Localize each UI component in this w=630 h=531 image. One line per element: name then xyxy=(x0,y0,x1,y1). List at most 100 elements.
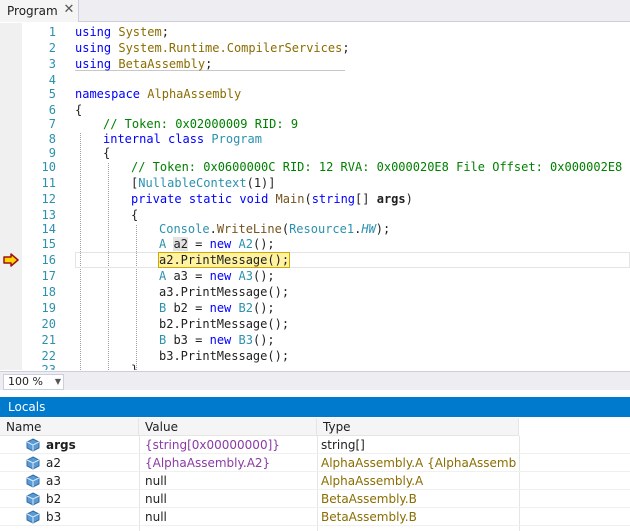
code-line-21[interactable]: B b3 = new B3(); xyxy=(159,332,275,348)
keyword: private xyxy=(131,192,182,206)
line-number: 17 xyxy=(41,269,56,283)
keyword: string xyxy=(311,192,356,206)
code-text: a3 = xyxy=(166,269,210,283)
code-line-7[interactable]: // Token: 0x02000009 RID: 9 xyxy=(103,116,298,132)
local-value[interactable]: null xyxy=(145,472,315,490)
local-name: b3 xyxy=(46,510,62,524)
local-value[interactable]: null xyxy=(145,508,315,526)
punctuation: ; xyxy=(161,25,169,39)
keyword: new xyxy=(209,269,232,283)
code-line-10[interactable]: // Token: 0x0600000C RID: 12 RVA: 0x0000… xyxy=(131,159,622,175)
zoom-level-combo[interactable]: 100 % ▼ xyxy=(3,374,64,390)
punctuation: ( xyxy=(281,222,290,236)
line-number: 14 xyxy=(41,222,56,236)
line-number: 10 xyxy=(41,160,56,174)
punctuation: ; xyxy=(205,57,213,71)
code-line-11[interactable]: [NullableContext(1)] xyxy=(131,175,276,191)
attribute-args: (1)] xyxy=(246,176,276,190)
class-name: B2 xyxy=(238,301,253,315)
punctuation: (); xyxy=(252,237,275,251)
locals-row[interactable]: args {string[0x00000000]} string[] xyxy=(0,436,630,454)
punctuation: (); xyxy=(252,301,275,315)
line-number: 20 xyxy=(41,317,56,331)
attribute-name: NullableContext xyxy=(138,176,247,190)
line-number: 19 xyxy=(41,301,56,315)
keyword: using xyxy=(75,41,112,55)
code-line-1[interactable]: using System; xyxy=(75,24,169,40)
code-line-17[interactable]: A a3 = new A3(); xyxy=(159,268,275,284)
punctuation: [] xyxy=(355,192,377,206)
code-line-6[interactable]: { xyxy=(75,102,82,118)
local-type: AlphaAssembly.A xyxy=(321,474,424,488)
line-number: 21 xyxy=(41,333,56,347)
punctuation: (); xyxy=(252,333,275,347)
locals-row[interactable]: a2 {AlphaAssembly.A2} AlphaAssembly.A {A… xyxy=(0,454,630,472)
namespace-name: System xyxy=(118,25,162,39)
local-value[interactable]: null xyxy=(145,490,315,508)
line-number: 15 xyxy=(41,237,56,251)
local-name: a2 xyxy=(46,456,61,470)
code-line-8[interactable]: internal class Program xyxy=(103,131,262,147)
code-editor[interactable]: 1 2 3 4 5 6 7 8 9 10 11 12 13 14 15 16 1… xyxy=(0,23,630,370)
locals-row[interactable]: b3 null BetaAssembly.B xyxy=(0,508,630,526)
operator: = xyxy=(187,237,210,251)
class-name: B3 xyxy=(238,333,253,347)
code-line-19[interactable]: B b2 = new B2(); xyxy=(159,300,275,316)
keyword: static xyxy=(188,192,233,206)
code-line-14[interactable]: Console.WriteLine(Resource1.HW); xyxy=(159,221,390,237)
local-variable-icon xyxy=(26,456,40,470)
namespace-name: System.Runtime.CompilerServices xyxy=(118,41,343,55)
punctuation: ) xyxy=(405,192,413,206)
instruction-pointer-icon[interactable] xyxy=(3,253,19,267)
indent-guide xyxy=(136,225,137,370)
keyword: using xyxy=(75,57,112,71)
local-type: BetaAssembly.B xyxy=(321,510,417,524)
local-value[interactable]: {AlphaAssembly.A2} xyxy=(145,454,315,472)
code-line-18[interactable]: a3.PrintMessage(); xyxy=(159,284,289,300)
line-number: 12 xyxy=(41,192,56,206)
chevron-down-icon[interactable]: ▼ xyxy=(55,375,61,389)
keyword: new xyxy=(209,237,232,251)
punctuation: ); xyxy=(375,222,391,236)
line-number: 3 xyxy=(48,57,56,71)
local-value[interactable]: {string[0x00000000]} xyxy=(145,436,315,454)
code-line-13[interactable]: { xyxy=(131,207,138,223)
punctuation: ; xyxy=(342,41,350,55)
locals-row[interactable]: b2 null BetaAssembly.B xyxy=(0,490,630,508)
zoom-level-value: 100 % xyxy=(8,375,43,388)
tab-program[interactable]: Program ✕ xyxy=(0,0,79,22)
code-line-15[interactable]: A a2 = new A2(); xyxy=(159,236,275,252)
code-line-5[interactable]: namespace AlphaAssembly xyxy=(75,86,241,102)
locals-row[interactable]: a3 null AlphaAssembly.A xyxy=(0,472,630,490)
punctuation: ( xyxy=(304,192,312,206)
column-header-name[interactable]: Name xyxy=(0,418,139,436)
code-text: b2 = xyxy=(166,301,210,315)
punctuation: . xyxy=(209,222,217,236)
locals-window-title[interactable]: Locals xyxy=(0,397,630,417)
line-number: 18 xyxy=(41,285,56,299)
method-name: WriteLine xyxy=(216,222,282,236)
local-type: string[] xyxy=(321,438,365,452)
column-header-value[interactable]: Value xyxy=(139,418,317,436)
code-line-23[interactable]: } xyxy=(131,362,138,370)
keyword: namespace xyxy=(75,87,141,101)
code-line-20[interactable]: b2.PrintMessage(); xyxy=(159,316,289,332)
code-line-2[interactable]: using System.Runtime.CompilerServices; xyxy=(75,40,350,56)
class-name: Program xyxy=(211,132,262,146)
class-name: Console xyxy=(159,222,210,236)
indicator-margin[interactable] xyxy=(0,23,22,370)
close-icon[interactable]: ✕ xyxy=(62,3,76,17)
line-number: 2 xyxy=(48,41,56,55)
line-number: 11 xyxy=(41,176,56,190)
class-name: A2 xyxy=(238,237,253,251)
code-line-16[interactable]: a2.PrintMessage(); xyxy=(158,252,291,268)
code-line-12[interactable]: private static void Main(string[] args) xyxy=(131,191,413,207)
keyword: new xyxy=(209,333,232,347)
locals-grid[interactable]: Name Value Type args {string[0x00000000]… xyxy=(0,418,630,531)
line-number: 7 xyxy=(48,117,56,131)
code-line-3[interactable]: using BetaAssembly; xyxy=(75,56,212,72)
code-line-9[interactable]: { xyxy=(103,145,110,161)
code-line-22[interactable]: b3.PrintMessage(); xyxy=(159,348,289,364)
keyword: using xyxy=(75,25,112,39)
column-header-type[interactable]: Type xyxy=(317,418,519,436)
